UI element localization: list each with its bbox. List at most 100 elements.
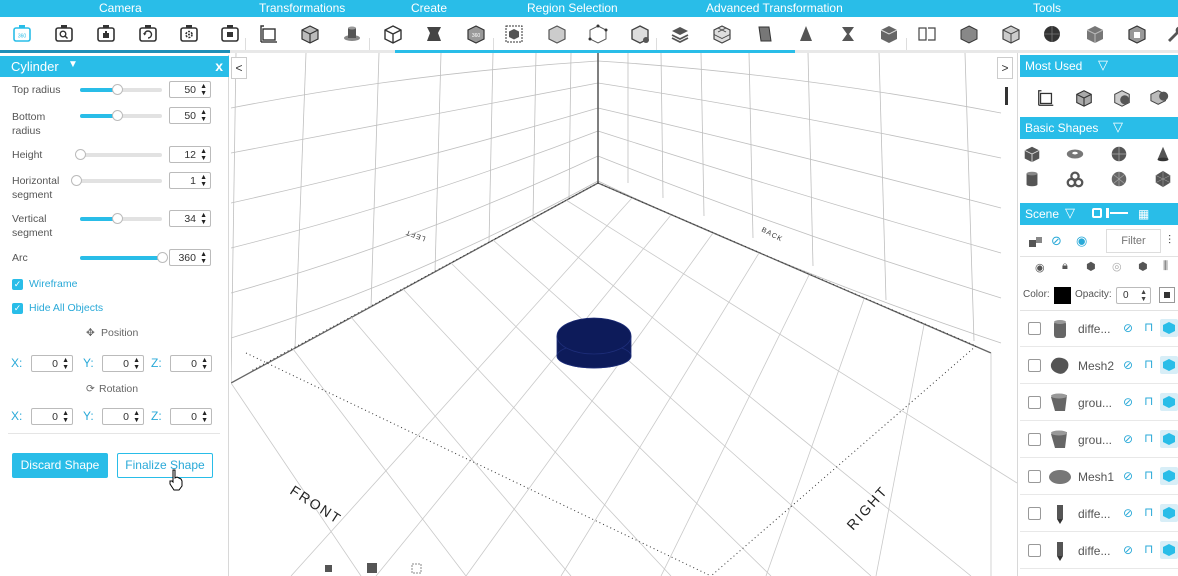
eye-icon[interactable]: ◉ (1035, 261, 1045, 274)
material-cube-icon[interactable] (1160, 393, 1178, 411)
camera-rotate-button[interactable] (135, 21, 161, 47)
vertical-segment-slider[interactable] (80, 213, 162, 224)
rotation-x-stepper[interactable]: 0 ▲ ▼ (31, 408, 73, 425)
scrollbar[interactable] (1005, 87, 1015, 105)
color-swatch[interactable] (1054, 287, 1071, 304)
rotation-z-stepper[interactable]: 0 ▲ ▼ (170, 408, 212, 425)
stepper-arrows-icon[interactable]: ▲ ▼ (133, 410, 140, 424)
material-cube-icon[interactable] (1160, 430, 1178, 448)
material-cube-icon[interactable] (1160, 467, 1178, 485)
camera-zoom-button[interactable] (51, 21, 77, 47)
lock-icon[interactable]: ⊓ (1144, 431, 1153, 445)
transform-move-button[interactable] (297, 21, 323, 47)
arc-slider[interactable] (80, 252, 168, 263)
slider-thumb[interactable] (71, 175, 82, 186)
slider-thumb[interactable] (111, 84, 123, 95)
geosphere-shape-icon[interactable] (1109, 169, 1129, 189)
scene-list-item[interactable]: grou... ⊘ ⊓ (1020, 385, 1178, 421)
visibility-icon[interactable]: ⊘ (1123, 395, 1133, 409)
lock-icon[interactable]: 🔒︎ (1062, 260, 1068, 273)
region-select-face-button[interactable] (544, 21, 570, 47)
stepper-arrows-icon[interactable]: ▲ ▼ (1140, 289, 1147, 303)
eye-icon[interactable]: ◉ (1076, 233, 1087, 249)
stepper-arrows-icon[interactable]: ▲ ▼ (62, 357, 69, 371)
rotation-y-stepper[interactable]: 0 ▲ ▼ (102, 408, 144, 425)
lock-icon[interactable]: ⊓ (1144, 505, 1153, 519)
sliders-icon[interactable]: ⫼ (1163, 260, 1168, 273)
wireframe-label[interactable]: Wireframe (29, 278, 77, 290)
slider-thumb[interactable] (157, 252, 168, 263)
most-used-header[interactable]: Most Used ▽ (1020, 55, 1178, 77)
sphere-shape-icon[interactable] (1109, 144, 1129, 164)
scene-item-checkbox[interactable] (1028, 544, 1041, 557)
torus-shape-icon[interactable] (1065, 144, 1085, 164)
visibility-icon[interactable]: ⊘ (1123, 432, 1133, 446)
slider-thumb[interactable] (75, 149, 86, 160)
region-select-box-button[interactable] (501, 21, 527, 47)
toggle-view-icon[interactable] (1092, 208, 1102, 218)
tool-sphere-button[interactable] (1039, 21, 1065, 47)
tool-cube-button[interactable] (1082, 21, 1108, 47)
adv-mirror-button[interactable] (876, 21, 902, 47)
adv-grid-cube-button[interactable] (709, 21, 735, 47)
lock-icon[interactable]: ⊓ (1144, 394, 1153, 408)
box-shape-icon[interactable] (1022, 144, 1042, 164)
cylinder-shape-icon[interactable] (1022, 169, 1042, 189)
material-cube-icon[interactable] (1160, 319, 1178, 337)
scene-list-item[interactable]: Mesh2 ⊘ ⊓ (1020, 348, 1178, 384)
lock-icon[interactable]: ⊓ (1144, 320, 1153, 334)
stepper-arrows-icon[interactable]: ▲ ▼ (200, 212, 207, 226)
stepper-arrows-icon[interactable]: ▲ ▼ (200, 148, 207, 162)
cube-icon[interactable] (1074, 88, 1094, 108)
scene-item-checkbox[interactable] (1028, 470, 1041, 483)
horizontal-segment-slider[interactable] (71, 175, 162, 186)
bottom-radius-stepper[interactable]: 50 ▲ ▼ (169, 107, 211, 124)
scene-item-checkbox[interactable] (1028, 359, 1041, 372)
chevron-down-icon[interactable]: ▼ (68, 59, 78, 70)
stepper-arrows-icon[interactable]: ▲ ▼ (200, 251, 207, 265)
scene-list-item[interactable]: Mesh1 ⊘ ⊓ (1020, 459, 1178, 495)
view-mode-icon[interactable] (367, 563, 377, 573)
create-text-button[interactable]: 360 (463, 21, 489, 47)
scene-list-item[interactable]: diffe... ⊘ ⊓ (1020, 311, 1178, 347)
scene-list-item[interactable]: diffe... ⊘ ⊓ (1020, 496, 1178, 532)
finalize-shape-button[interactable]: Finalize Shape (117, 453, 213, 478)
position-z-stepper[interactable]: 0 ▲ ▼ (170, 355, 212, 372)
hide-all-objects-checkbox[interactable]: ✓ (12, 303, 23, 314)
visibility-icon[interactable]: ⊘ (1123, 543, 1133, 557)
region-select-edge-button[interactable] (627, 21, 653, 47)
adv-bend-button[interactable] (751, 21, 777, 47)
knot-shape-icon[interactable] (1065, 169, 1085, 189)
stepper-arrows-icon[interactable]: ▲ ▼ (133, 357, 140, 371)
scale-icon[interactable] (1036, 88, 1056, 108)
discard-shape-button[interactable]: Discard Shape (12, 453, 108, 478)
create-extrude-button[interactable] (421, 21, 447, 47)
camera-360-button[interactable]: 360 (9, 21, 35, 47)
scene-item-checkbox[interactable] (1028, 433, 1041, 446)
material-toggle[interactable] (1159, 287, 1175, 303)
cylinder-shape[interactable] (556, 317, 632, 369)
view-mode-icon[interactable] (411, 563, 422, 574)
scene-list-item[interactable]: grou... ⊘ ⊓ (1020, 422, 1178, 458)
scene-item-checkbox[interactable] (1028, 507, 1041, 520)
basic-shapes-header[interactable]: Basic Shapes ▽ (1020, 117, 1178, 139)
position-x-stepper[interactable]: 0 ▲ ▼ (31, 355, 73, 372)
cube-icon[interactable]: ⬢ (1086, 260, 1096, 273)
stepper-arrows-icon[interactable]: ▲ ▼ (201, 410, 208, 424)
polyhedron-shape-icon[interactable] (1153, 169, 1173, 189)
scene-filter-input[interactable] (1106, 229, 1161, 253)
union-icon[interactable] (1150, 88, 1170, 108)
visibility-icon[interactable]: ⊘ (1123, 506, 1133, 520)
lock-icon[interactable]: ⊓ (1144, 468, 1153, 482)
opacity-stepper[interactable]: 0 ▲ ▼ (1116, 287, 1151, 304)
view-mode-icon[interactable] (325, 565, 332, 572)
box-icon[interactable]: ⬢ (1138, 260, 1148, 273)
tool-group-button[interactable] (998, 21, 1024, 47)
chevron-down-icon[interactable]: ▽ (1098, 57, 1108, 73)
position-y-stepper[interactable]: 0 ▲ ▼ (102, 355, 144, 372)
top-radius-slider[interactable] (80, 84, 162, 95)
wireframe-checkbox[interactable]: ✓ (12, 279, 23, 290)
height-slider[interactable] (75, 149, 162, 160)
stepper-arrows-icon[interactable]: ▲ ▼ (200, 174, 207, 188)
vertical-segment-stepper[interactable]: 34 ▲ ▼ (169, 210, 211, 227)
